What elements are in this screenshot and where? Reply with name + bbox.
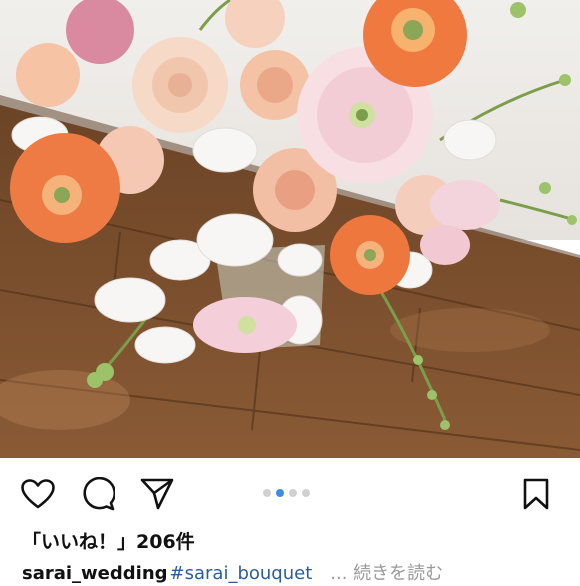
send-icon [140,478,174,510]
like-button[interactable] [20,476,56,512]
heart-icon [21,479,55,509]
carousel-indicator [263,489,310,497]
share-button[interactable] [139,476,175,512]
read-more-link[interactable]: ... 続きを読む [330,563,443,584]
post-action-bar [0,458,580,526]
bouquet-image [0,0,580,458]
post-caption: sarai_wedding #sarai_bouquet ... 続きを読む [22,562,443,586]
comment-button[interactable] [80,476,116,512]
likes-count[interactable]: 「いいね！」206件 [22,527,195,554]
bookmark-icon [523,478,549,510]
carousel-dot [289,489,297,497]
carousel-dot [263,489,271,497]
caption-hashtag[interactable]: #sarai_bouquet [170,563,313,584]
caption-username[interactable]: sarai_wedding [22,563,168,584]
carousel-dot-active [276,489,284,497]
save-button[interactable] [518,476,554,512]
post-photo[interactable] [0,0,580,458]
comment-icon [83,477,115,511]
carousel-dot [302,489,310,497]
